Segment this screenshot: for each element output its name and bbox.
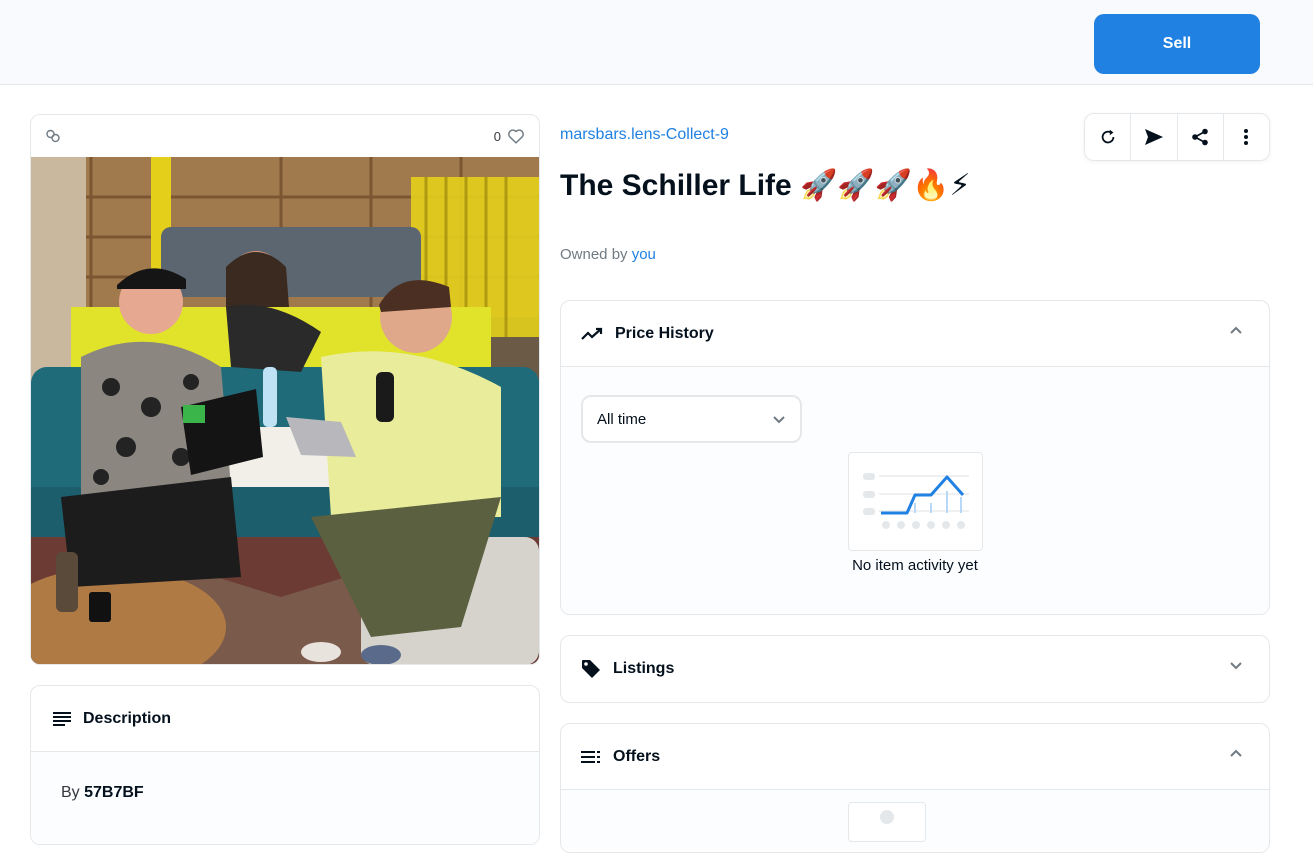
creator-name[interactable]: 57B7BF	[84, 784, 144, 801]
chevron-down-icon	[773, 416, 785, 424]
empty-offers-illustration	[848, 802, 926, 842]
refresh-button[interactable]	[1085, 114, 1132, 160]
list-icon	[581, 750, 600, 763]
heart-icon[interactable]	[507, 128, 525, 144]
offers-heading: Offers	[613, 747, 661, 765]
empty-chart-illustration	[848, 452, 983, 551]
media-card: 0	[30, 114, 540, 665]
collection-link[interactable]: marsbars.lens-Collect-9	[560, 126, 729, 144]
owner-link[interactable]: you	[632, 246, 656, 263]
transfer-button[interactable]	[1131, 114, 1178, 160]
time-range-select[interactable]: All time	[581, 395, 802, 443]
media-toolbar: 0	[31, 115, 539, 157]
refresh-icon	[1101, 129, 1114, 144]
offers-body	[561, 789, 1269, 849]
by-label: By	[61, 784, 80, 801]
link-icon[interactable]	[45, 128, 61, 144]
offers-panel: Offers	[560, 723, 1270, 853]
chevron-up-icon[interactable]	[1229, 325, 1243, 335]
description-heading: Description	[83, 709, 172, 727]
price-history-heading: Price History	[615, 324, 714, 342]
offers-header[interactable]: Offers	[561, 724, 1269, 789]
sell-button[interactable]: Sell	[1094, 14, 1260, 74]
price-history-body: All time No item activity yet	[561, 366, 1269, 614]
item-actions	[1084, 113, 1270, 161]
description-lines-icon	[53, 711, 71, 726]
description-header[interactable]: Description	[31, 686, 539, 752]
favorite-count: 0	[493, 128, 501, 144]
owned-by-label: Owned by	[560, 246, 628, 263]
price-history-header[interactable]: Price History	[561, 301, 1269, 366]
share-button[interactable]	[1178, 114, 1224, 160]
listings-header[interactable]: Listings	[561, 636, 1269, 701]
chevron-down-icon[interactable]	[1229, 660, 1243, 670]
more-options-button[interactable]	[1224, 114, 1269, 160]
nft-image[interactable]	[31, 157, 539, 664]
item-title: The Schiller Life 🚀🚀🚀🔥⚡	[560, 169, 971, 202]
listings-panel: Listings	[560, 635, 1270, 703]
time-range-value: All time	[597, 410, 647, 428]
favorite-control[interactable]: 0	[494, 128, 525, 144]
trending-icon	[581, 327, 603, 340]
empty-activity-text: No item activity yet	[852, 557, 978, 574]
share-icon	[1192, 128, 1208, 146]
transfer-icon	[1144, 129, 1163, 145]
top-bar: Sell	[0, 0, 1313, 85]
price-history-panel: Price History All time No item activity …	[560, 300, 1270, 615]
owner-line: Owned by you	[560, 246, 656, 263]
description-panel: Description By 57B7BF	[30, 685, 540, 845]
tag-icon	[582, 659, 600, 678]
listings-heading: Listings	[613, 659, 675, 677]
description-body: By 57B7BF	[31, 752, 539, 844]
nft-photo-illustration	[31, 157, 539, 664]
chevron-up-icon[interactable]	[1229, 748, 1243, 758]
more-icon	[1244, 129, 1249, 145]
